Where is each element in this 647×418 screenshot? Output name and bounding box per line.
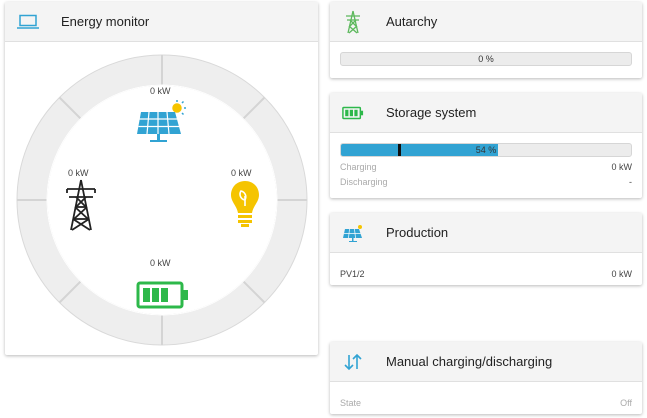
autarchy-title: Autarchy (386, 14, 438, 29)
production-card: Production PV1/2 0 kW (330, 213, 642, 285)
charge-discharge-arrows-icon (342, 351, 364, 373)
autarchy-percent: 0 % (478, 54, 494, 64)
storage-percent: 54 % (475, 145, 497, 155)
battery-icon (136, 281, 190, 314)
autarchy-header: Autarchy (330, 2, 642, 42)
solar-panel-icon (135, 100, 187, 149)
autarchy-card: Autarchy 0 % (330, 2, 642, 78)
laptop-icon (17, 11, 39, 33)
manual-charging-card: Manual charging/discharging State Off (330, 342, 642, 414)
autarchy-progress-bar: 0 % (340, 52, 632, 66)
storage-header: Storage system (330, 93, 642, 133)
storage-value: 0 kW (150, 258, 171, 268)
energy-monitor-card: Energy monitor 0 kW 0 kW 0 kW 0 kW (5, 2, 318, 355)
energy-monitor-header: Energy monitor (5, 2, 318, 42)
storage-title: Storage system (386, 105, 477, 120)
battery-icon (342, 102, 364, 124)
manual-charging-title: Manual charging/discharging (386, 354, 553, 369)
storage-progress-bar: 54 % (340, 143, 632, 157)
solar-panel-icon (342, 222, 364, 244)
power-tower-icon (342, 10, 364, 33)
light-bulb-icon (229, 180, 261, 233)
production-value: 0 kW (150, 86, 171, 96)
manual-charging-header: Manual charging/discharging (330, 342, 642, 382)
consumption-value: 0 kW (231, 168, 252, 178)
power-tower-icon (63, 179, 99, 236)
pv-label: PV1/2 (340, 269, 365, 279)
energy-monitor-title: Energy monitor (61, 14, 150, 29)
charging-label: Charging (340, 162, 377, 172)
pv-value: 0 kW (611, 269, 632, 279)
discharging-value: - (629, 177, 632, 187)
production-header: Production (330, 213, 642, 253)
grid-value: 0 kW (68, 168, 89, 178)
discharging-label: Discharging (340, 177, 388, 187)
production-title: Production (386, 225, 449, 240)
state-value[interactable]: Off (620, 398, 632, 408)
charging-value: 0 kW (611, 162, 632, 172)
state-label: State (340, 398, 362, 408)
storage-card: Storage system 54 % Charging 0 kW Discha… (330, 93, 642, 198)
